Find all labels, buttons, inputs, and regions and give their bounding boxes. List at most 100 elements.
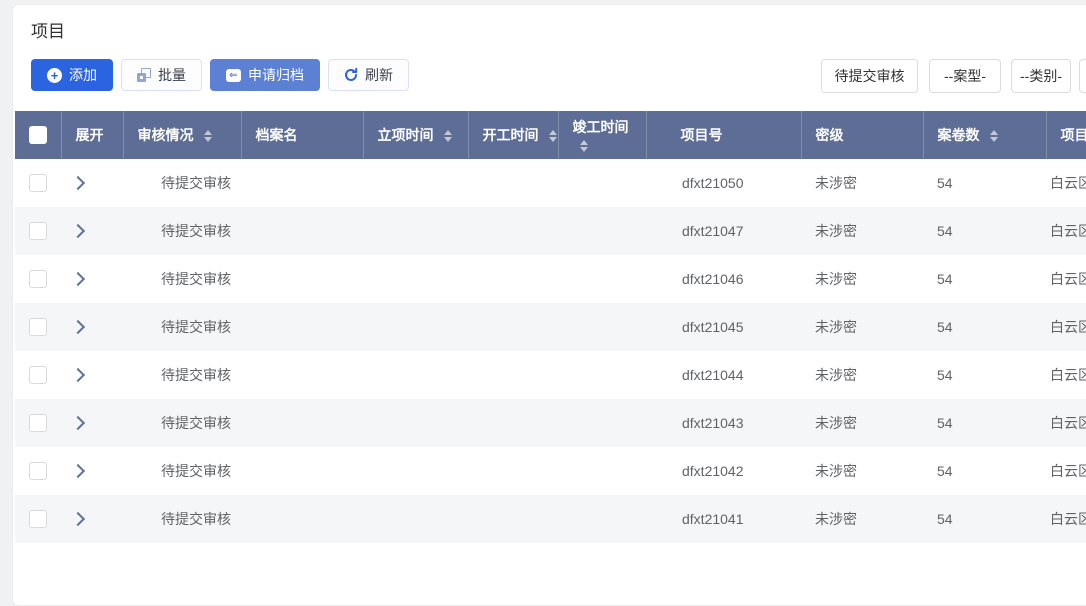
row-checkbox[interactable] [29, 414, 47, 432]
col-start-time[interactable]: 开工时间 [468, 111, 558, 159]
sort-icon[interactable] [580, 140, 588, 152]
cell-review-status: 待提交审核 [123, 495, 241, 543]
cell-security: 未涉密 [801, 447, 923, 495]
table-row: 待提交审核 dfxt21047 未涉密 54 白云区 [15, 207, 1086, 255]
cell-project-no: dfxt21043 [646, 399, 801, 447]
expand-chevron-icon[interactable] [71, 464, 85, 478]
cell-start-time [468, 255, 558, 303]
expand-chevron-icon[interactable] [71, 320, 85, 334]
cell-district: 白云区 [1046, 159, 1086, 207]
cell-district: 白云区 [1046, 207, 1086, 255]
cell-archive-name [241, 303, 363, 351]
col-completion-time[interactable]: 竣工时间 [558, 111, 646, 159]
cell-review-status: 待提交审核 [123, 159, 241, 207]
select-all-checkbox[interactable] [29, 126, 47, 144]
cell-archive-name [241, 159, 363, 207]
cell-project-no: dfxt21050 [646, 159, 801, 207]
filter-search-input-partial[interactable]: 请 [1079, 59, 1086, 93]
cell-volumes: 54 [923, 399, 1046, 447]
projects-table: 展开 审核情况 档案名 立项时间 开工时间 竣工时间 项 [15, 111, 1086, 543]
expand-chevron-icon[interactable] [71, 512, 85, 526]
col-project-no: 项目号 [646, 111, 801, 159]
cell-district: 白云区 [1046, 303, 1086, 351]
filter-category[interactable]: --类别- [1011, 59, 1071, 93]
col-expand: 展开 [61, 111, 123, 159]
filter-case-type[interactable]: --案型- [929, 59, 1001, 93]
cell-security: 未涉密 [801, 351, 923, 399]
cell-archive-name [241, 447, 363, 495]
row-checkbox[interactable] [29, 270, 47, 288]
cell-review-status: 待提交审核 [123, 255, 241, 303]
cell-completion-time [558, 399, 646, 447]
cell-security: 未涉密 [801, 207, 923, 255]
row-checkbox[interactable] [29, 318, 47, 336]
cell-completion-time [558, 447, 646, 495]
col-archive-name: 档案名 [241, 111, 363, 159]
cell-completion-time [558, 351, 646, 399]
add-button-label: 添加 [69, 65, 97, 85]
cell-approval-time [363, 495, 468, 543]
archive-icon: ⇐ [226, 69, 241, 82]
row-checkbox[interactable] [29, 222, 47, 240]
cell-review-status: 待提交审核 [123, 399, 241, 447]
col-checkbox [15, 111, 61, 159]
row-checkbox[interactable] [29, 366, 47, 384]
cell-district: 白云区 [1046, 399, 1086, 447]
cell-volumes: 54 [923, 303, 1046, 351]
cell-review-status: 待提交审核 [123, 207, 241, 255]
cell-review-status: 待提交审核 [123, 303, 241, 351]
cell-project-no: dfxt21046 [646, 255, 801, 303]
sort-icon[interactable] [990, 130, 998, 142]
expand-chevron-icon[interactable] [71, 176, 85, 190]
row-checkbox[interactable] [29, 174, 47, 192]
sort-icon[interactable] [549, 130, 557, 142]
toolbar: + 添加 批量 ⇐ 申请归档 刷新 [31, 59, 409, 91]
refresh-button[interactable]: 刷新 [328, 59, 409, 91]
cell-volumes: 54 [923, 351, 1046, 399]
sort-icon[interactable] [444, 130, 452, 142]
cell-project-no: dfxt21045 [646, 303, 801, 351]
cell-start-time [468, 351, 558, 399]
row-checkbox[interactable] [29, 510, 47, 528]
table-row: 待提交审核 dfxt21050 未涉密 54 白云区 [15, 159, 1086, 207]
row-checkbox[interactable] [29, 462, 47, 480]
cell-archive-name [241, 495, 363, 543]
cell-start-time [468, 303, 558, 351]
apply-archive-button[interactable]: ⇐ 申请归档 [210, 59, 320, 91]
apply-archive-button-label: 申请归档 [248, 65, 304, 85]
cell-volumes: 54 [923, 207, 1046, 255]
cell-security: 未涉密 [801, 495, 923, 543]
cell-start-time [468, 495, 558, 543]
cell-review-status: 待提交审核 [123, 447, 241, 495]
cell-completion-time [558, 207, 646, 255]
expand-chevron-icon[interactable] [71, 224, 85, 238]
cell-review-status: 待提交审核 [123, 351, 241, 399]
page-title: 项目 [31, 17, 65, 42]
cell-district: 白云区 [1046, 495, 1086, 543]
expand-chevron-icon[interactable] [71, 272, 85, 286]
cell-start-time [468, 207, 558, 255]
batch-button[interactable]: 批量 [121, 59, 202, 91]
col-review-status[interactable]: 审核情况 [123, 111, 241, 159]
table-row: 待提交审核 dfxt21044 未涉密 54 白云区 [15, 351, 1086, 399]
cell-district: 白云区 [1046, 255, 1086, 303]
col-volumes[interactable]: 案卷数 [923, 111, 1046, 159]
filter-review-status[interactable]: 待提交审核 [821, 59, 918, 93]
cell-start-time [468, 399, 558, 447]
table-row: 待提交审核 dfxt21046 未涉密 54 白云区 [15, 255, 1086, 303]
col-project-clipped: 项目 [1046, 111, 1086, 159]
batch-copy-icon [137, 68, 151, 82]
expand-chevron-icon[interactable] [71, 416, 85, 430]
refresh-icon [344, 68, 358, 82]
col-approval-time[interactable]: 立项时间 [363, 111, 468, 159]
sort-icon[interactable] [204, 130, 212, 142]
cell-project-no: dfxt21041 [646, 495, 801, 543]
plus-circle-icon: + [47, 68, 62, 83]
cell-completion-time [558, 159, 646, 207]
cell-approval-time [363, 447, 468, 495]
add-button[interactable]: + 添加 [31, 59, 113, 91]
cell-start-time [468, 447, 558, 495]
expand-chevron-icon[interactable] [71, 368, 85, 382]
cell-start-time [468, 159, 558, 207]
cell-volumes: 54 [923, 495, 1046, 543]
